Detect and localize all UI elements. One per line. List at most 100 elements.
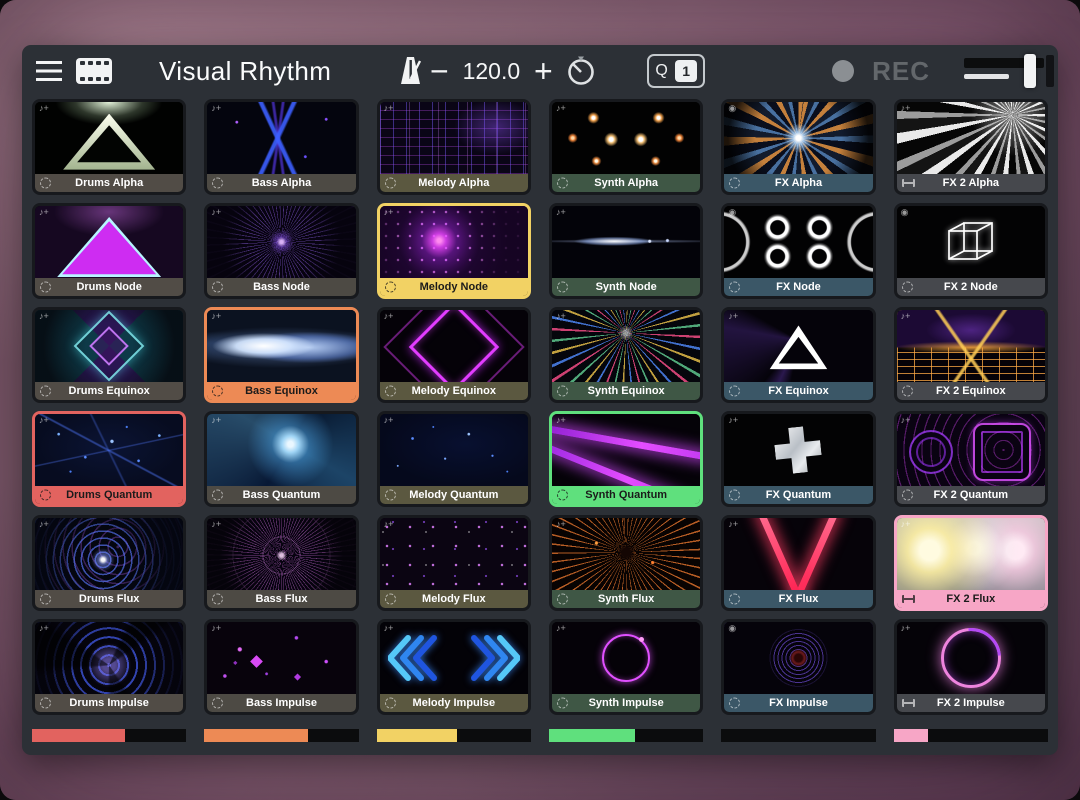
menu-icon[interactable]	[36, 61, 62, 81]
clip-fx2-impulse[interactable]: ♪+ FX 2 Impulse	[894, 619, 1048, 715]
clip-synth-quantum[interactable]: ♪+ Synth Quantum	[549, 411, 703, 507]
clip-synth-alpha[interactable]: ♪+ Synth Alpha	[549, 99, 703, 195]
clip-name: FX Flux	[779, 593, 819, 605]
progress-fill	[32, 729, 125, 742]
loop-icon	[557, 594, 568, 605]
clip-thumbnail: ♪+	[207, 102, 355, 174]
quantize-control[interactable]: Q 1	[647, 54, 705, 88]
loop-icon	[40, 698, 51, 709]
note-plus-icon: ♪+	[556, 208, 566, 217]
loop-icon	[385, 490, 396, 501]
clip-drums-node[interactable]: ♪+ Drums Node	[32, 203, 186, 299]
tempo-value[interactable]: 120.0	[455, 58, 527, 85]
clip-fx-impulse[interactable]: ◉ FX Impulse	[721, 619, 875, 715]
clip-drums-equinox[interactable]: ♪+ Drums Equinox	[32, 307, 186, 403]
record-button-label[interactable]: REC	[872, 56, 930, 87]
clip-bass-equinox[interactable]: ♪+ Bass Equinox	[204, 307, 358, 403]
volume-slider[interactable]	[964, 55, 1044, 87]
tempo-decrease-button[interactable]: −	[423, 46, 455, 96]
clip-label-bar: FX Quantum	[724, 486, 872, 504]
loop-icon	[729, 594, 740, 605]
clip-bass-alpha[interactable]: ♪+ Bass Alpha	[204, 99, 358, 195]
clip-thumbnail: ♪+	[552, 102, 700, 174]
clip-melody-flux[interactable]: ♪+ Melody Flux	[377, 515, 531, 611]
clip-fx2-alpha[interactable]: ♪+ FX 2 Alpha	[894, 99, 1048, 195]
clip-name: Drums Flux	[79, 593, 140, 605]
loop-icon	[385, 178, 396, 189]
note-plus-icon: ♪+	[556, 104, 566, 113]
clip-fx-quantum[interactable]: ♪+ FX Quantum	[721, 411, 875, 507]
clip-drums-alpha[interactable]: ♪+ Drums Alpha	[32, 99, 186, 195]
clip-name: FX 2 Flux	[946, 593, 995, 605]
clip-label-bar: Synth Quantum	[552, 486, 700, 504]
clip-fx2-quantum[interactable]: ♪+ FX 2 Quantum	[894, 411, 1048, 507]
loop-icon	[902, 386, 913, 397]
clip-name: FX Node	[776, 281, 821, 293]
note-plus-icon: ♪+	[901, 416, 911, 425]
clip-synth-equinox[interactable]: ♪+ Synth Equinox	[549, 307, 703, 403]
loop-icon	[212, 490, 223, 501]
clip-melody-alpha[interactable]: ♪+ Melody Alpha	[377, 99, 531, 195]
clip-thumbnail: ♪+	[897, 518, 1045, 590]
film-clip-icon[interactable]	[75, 57, 113, 85]
clip-thumbnail: ♪+	[724, 310, 872, 382]
clip-bass-quantum[interactable]: ♪+ Bass Quantum	[204, 411, 358, 507]
clip-bass-flux[interactable]: ♪+ Bass Flux	[204, 515, 358, 611]
note-plus-icon: ♪+	[384, 624, 394, 633]
note-plus-icon: ♪+	[39, 520, 49, 529]
note-plus-icon: ♪+	[39, 416, 49, 425]
clip-thumbnail: ♪+	[552, 518, 700, 590]
clip-label-bar: Drums Alpha	[35, 174, 183, 192]
loop-icon	[385, 386, 396, 397]
volume-end-slot	[1046, 55, 1054, 87]
clip-fx2-equinox[interactable]: ♪+ FX 2 Equinox	[894, 307, 1048, 403]
clip-thumbnail: ♪+	[380, 206, 528, 278]
tempo-increase-button[interactable]: +	[527, 46, 559, 96]
clip-bass-node[interactable]: ♪+ Bass Node	[204, 203, 358, 299]
note-plus-icon: ♪+	[728, 520, 738, 529]
clip-fx-alpha[interactable]: ◉ FX Alpha	[721, 99, 875, 195]
clip-name: Drums Equinox	[69, 385, 150, 397]
clip-label-bar: FX 2 Equinox	[897, 382, 1045, 400]
clip-fx2-node[interactable]: ◉ FX 2 Node	[894, 203, 1048, 299]
clip-fx-flux[interactable]: ♪+ FX Flux	[721, 515, 875, 611]
clip-thumbnail: ♪+	[35, 102, 183, 174]
loop-icon	[729, 490, 740, 501]
volume-handle[interactable]	[1024, 54, 1036, 88]
loop-icon	[385, 282, 396, 293]
clip-thumbnail: ♪+	[35, 518, 183, 590]
note-plus-icon: ♪+	[384, 104, 394, 113]
clip-drums-quantum[interactable]: ♪+ Drums Quantum	[32, 411, 186, 507]
clip-label-bar: Synth Node	[552, 278, 700, 296]
clip-synth-impulse[interactable]: ♪+ Synth Impulse	[549, 619, 703, 715]
clip-melody-equinox[interactable]: ♪+ Melody Equinox	[377, 307, 531, 403]
note-plus-icon: ♪+	[901, 104, 911, 113]
clip-drums-impulse[interactable]: ♪+ Drums Impulse	[32, 619, 186, 715]
clip-melody-quantum[interactable]: ♪+ Melody Quantum	[377, 411, 531, 507]
clip-drums-flux[interactable]: ♪+ Drums Flux	[32, 515, 186, 611]
clip-melody-impulse[interactable]: ♪+ Melody Impulse	[377, 619, 531, 715]
loop-icon	[729, 178, 740, 189]
clip-label-bar: Drums Flux	[35, 590, 183, 608]
clip-synth-node[interactable]: ♪+ Synth Node	[549, 203, 703, 299]
note-plus-icon: ♪+	[384, 208, 394, 217]
clip-thumbnail: ◉	[724, 102, 872, 174]
column-bass: ♪+ Bass Alpha ♪+ Bass Node ♪+ Bass Equin…	[204, 99, 358, 715]
clip-fx2-flux[interactable]: ♪+ FX 2 Flux	[894, 515, 1048, 611]
clip-name: Bass Impulse	[246, 697, 317, 709]
volume-secondary-track	[964, 74, 1009, 79]
clip-label-bar: Synth Alpha	[552, 174, 700, 192]
metronome-icon[interactable]	[399, 55, 423, 87]
clip-melody-node[interactable]: ♪+ Melody Node	[377, 203, 531, 299]
clip-bass-impulse[interactable]: ♪+ Bass Impulse	[204, 619, 358, 715]
clip-synth-flux[interactable]: ♪+ Synth Flux	[549, 515, 703, 611]
clip-label-bar: Bass Flux	[207, 590, 355, 608]
clip-fx-node[interactable]: ◉ FX Node	[721, 203, 875, 299]
note-plus-icon: ♪+	[901, 520, 911, 529]
loop-icon	[557, 282, 568, 293]
quantize-label: Q	[655, 62, 667, 80]
clip-fx-equinox[interactable]: ♪+ FX Equinox	[721, 307, 875, 403]
tap-tempo-dial-icon[interactable]	[565, 55, 597, 87]
note-plus-icon: ♪+	[211, 416, 221, 425]
record-indicator[interactable]	[832, 60, 854, 82]
